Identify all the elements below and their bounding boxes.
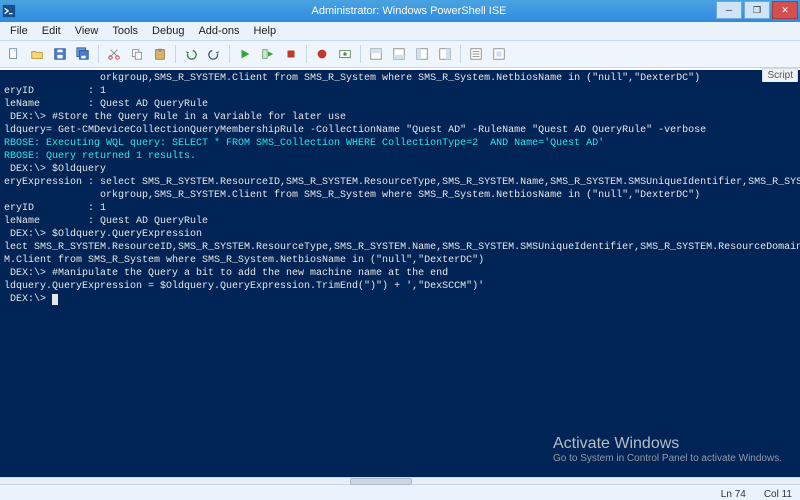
menu-file[interactable]: File — [4, 24, 34, 38]
paste-icon[interactable] — [150, 44, 170, 64]
console-line: eryID : 1 — [4, 202, 796, 215]
window-title: Administrator: Windows PowerShell ISE — [18, 5, 800, 17]
console-line: leName : Quest AD QueryRule — [4, 215, 796, 228]
console-line: ldquery.QueryExpression = $Oldquery.Quer… — [4, 280, 796, 293]
app-icon — [0, 4, 18, 18]
save-icon[interactable] — [50, 44, 70, 64]
title-bar: Administrator: Windows PowerShell ISE ─ … — [0, 0, 800, 22]
toolbar-separator — [175, 45, 176, 63]
console-line: RBOSE: Query returned 1 results. — [4, 150, 796, 163]
workspace: Script orkgroup,SMS_R_SYSTEM.Client from… — [0, 68, 800, 484]
console-line: DEX:\> $Oldquery — [4, 163, 796, 176]
console-line: lect SMS_R_SYSTEM.ResourceID,SMS_R_SYSTE… — [4, 241, 796, 254]
console-line: RBOSE: Executing WQL query: SELECT * FRO… — [4, 137, 796, 150]
show-command-addon-icon[interactable] — [489, 44, 509, 64]
toolbar — [0, 41, 800, 68]
console-line: DEX:\> #Manipulate the Query a bit to ad… — [4, 267, 796, 280]
redo-icon[interactable] — [204, 44, 224, 64]
menu-bar: File Edit View Tools Debug Add-ons Help — [0, 22, 800, 41]
menu-edit[interactable]: Edit — [36, 24, 67, 38]
layout-c-icon[interactable] — [412, 44, 432, 64]
console-line: orkgroup,SMS_R_SYSTEM.Client from SMS_R_… — [4, 72, 796, 85]
script-pane-toggle[interactable]: Script — [762, 68, 798, 82]
horizontal-scrollbar[interactable] — [0, 477, 800, 484]
console-line: eryID : 1 — [4, 85, 796, 98]
new-remote-tab-icon[interactable] — [335, 44, 355, 64]
run-icon[interactable] — [235, 44, 255, 64]
console-line: M.Client from SMS_R_System where SMS_R_S… — [4, 254, 796, 267]
console-line: leName : Quest AD QueryRule — [4, 98, 796, 111]
layout-a-icon[interactable] — [366, 44, 386, 64]
scrollbar-thumb[interactable] — [350, 478, 412, 485]
console-line: ldquery= Get-CMDeviceCollectionQueryMemb… — [4, 124, 796, 137]
undo-icon[interactable] — [181, 44, 201, 64]
status-line: Ln 74 — [721, 489, 746, 500]
status-column: Col 11 — [764, 489, 792, 500]
save-all-icon[interactable] — [73, 44, 93, 64]
layout-d-icon[interactable] — [435, 44, 455, 64]
new-file-icon[interactable] — [4, 44, 24, 64]
console-line: DEX:\> $Oldquery.QueryExpression — [4, 228, 796, 241]
menu-view[interactable]: View — [69, 24, 105, 38]
console-line: DEX:\> #Store the Query Rule in a Variab… — [4, 111, 796, 124]
window-controls: ─ ❐ ✕ — [716, 1, 798, 19]
status-bar: Ln 74 Col 11 — [0, 484, 800, 500]
maximize-button[interactable]: ❐ — [744, 1, 770, 19]
layout-b-icon[interactable] — [389, 44, 409, 64]
console-pane[interactable]: orkgroup,SMS_R_SYSTEM.Client from SMS_R_… — [0, 70, 800, 478]
stop-icon[interactable] — [281, 44, 301, 64]
toolbar-separator — [229, 45, 230, 63]
toolbar-separator — [98, 45, 99, 63]
console-line: DEX:\> — [4, 293, 796, 306]
toolbar-separator — [360, 45, 361, 63]
breakpoint-icon[interactable] — [312, 44, 332, 64]
console-line: orkgroup,SMS_R_SYSTEM.Client from SMS_R_… — [4, 189, 796, 202]
run-selection-icon[interactable] — [258, 44, 278, 64]
toolbar-separator — [460, 45, 461, 63]
menu-help[interactable]: Help — [247, 24, 282, 38]
close-button[interactable]: ✕ — [772, 1, 798, 19]
menu-tools[interactable]: Tools — [106, 24, 144, 38]
toolbar-separator — [306, 45, 307, 63]
minimize-button[interactable]: ─ — [716, 1, 742, 19]
copy-icon[interactable] — [127, 44, 147, 64]
menu-addons[interactable]: Add-ons — [192, 24, 245, 38]
console-line: eryExpression : select SMS_R_SYSTEM.Reso… — [4, 176, 796, 189]
show-command-pane-icon[interactable] — [466, 44, 486, 64]
cut-icon[interactable] — [104, 44, 124, 64]
open-folder-icon[interactable] — [27, 44, 47, 64]
menu-debug[interactable]: Debug — [146, 24, 190, 38]
